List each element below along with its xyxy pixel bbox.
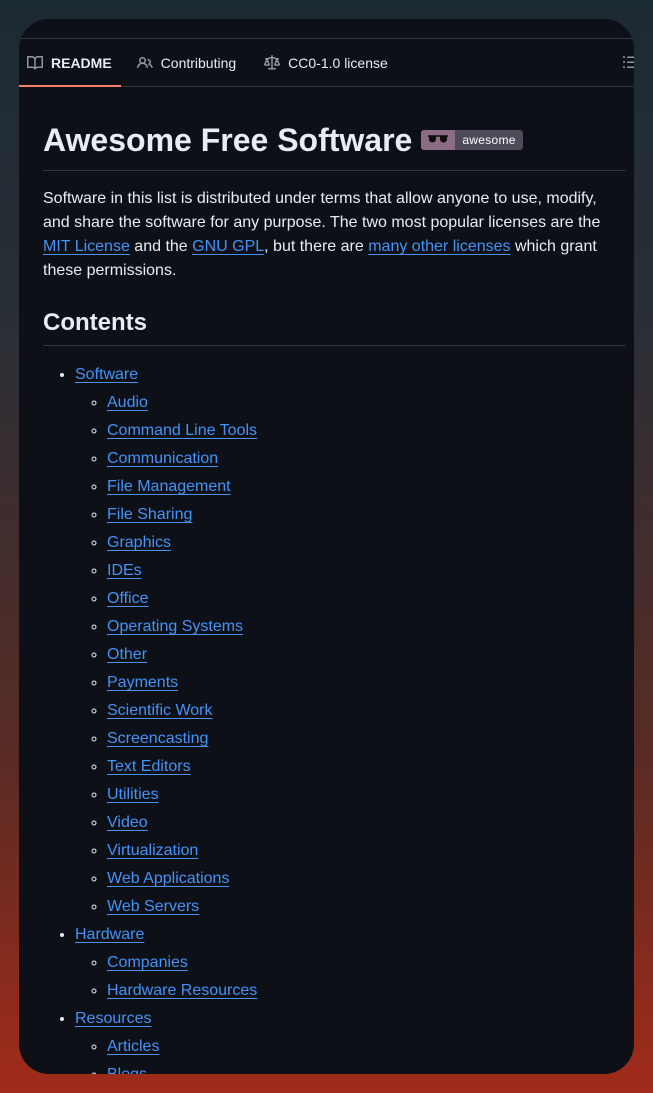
toc-link-web-applications[interactable]: Web Applications <box>107 870 229 887</box>
intro-text-1: Software in this list is distributed und… <box>43 190 601 231</box>
tab-readme[interactable]: README <box>19 39 121 87</box>
toc-link-screencasting[interactable]: Screencasting <box>107 730 208 747</box>
tab-contributing[interactable]: Contributing <box>129 39 245 86</box>
intro-text-3: , but there are <box>264 238 369 255</box>
toc-link-office[interactable]: Office <box>107 590 149 607</box>
toc-sublist-hardware: Companies Hardware Resources <box>75 951 626 1003</box>
toc-item-graphics: Graphics <box>107 531 626 555</box>
toc-item-virtualization: Virtualization <box>107 839 626 863</box>
toc-item-communication: Communication <box>107 447 626 471</box>
toc-item-screencasting: Screencasting <box>107 727 626 751</box>
toc-item-software: Software Audio Command Line Tools Communica… <box>75 363 626 919</box>
page-title: Awesome Free Software awesome <box>43 120 626 171</box>
toc-sublist-resources: Articles Blogs <box>75 1035 626 1074</box>
toc-item-articles: Articles <box>107 1035 626 1059</box>
readme-panel: README Contributing CC0-1.0 license Awes… <box>19 19 634 1074</box>
toc-item-file-sharing: File Sharing <box>107 503 626 527</box>
gnu-gpl-link[interactable]: GNU GPL <box>192 238 264 255</box>
readme-content: Awesome Free Software awesome Software i… <box>19 120 634 1074</box>
people-icon <box>136 55 153 71</box>
toc-link-file-sharing[interactable]: File Sharing <box>107 506 192 523</box>
tab-license[interactable]: CC0-1.0 license <box>256 39 396 86</box>
toc-item-utilities: Utilities <box>107 783 626 807</box>
toc-link-communication[interactable]: Communication <box>107 450 218 467</box>
tab-readme-label: README <box>51 54 112 71</box>
toc-link-companies[interactable]: Companies <box>107 954 188 971</box>
toc-link-video[interactable]: Video <box>107 814 148 831</box>
toc-item-scientific-work: Scientific Work <box>107 699 626 723</box>
toc-item-web-servers: Web Servers <box>107 895 626 919</box>
toc-link-other[interactable]: Other <box>107 646 147 663</box>
top-strip <box>19 19 634 39</box>
toc-item-other: Other <box>107 643 626 667</box>
law-icon <box>264 54 281 71</box>
intro-text-2: and the <box>129 238 193 255</box>
toc-item-hardware-resources: Hardware Resources <box>107 979 626 1003</box>
page-title-text: Awesome Free Software <box>43 122 413 158</box>
intro-paragraph: Software in this list is distributed und… <box>43 187 626 283</box>
toc-link-virtualization[interactable]: Virtualization <box>107 842 198 859</box>
toc-link-utilities[interactable]: Utilities <box>107 786 159 803</box>
toc-item-resources: Resources Articles Blogs <box>75 1007 626 1074</box>
toc-item-video: Video <box>107 811 626 835</box>
toc-link-software[interactable]: Software <box>75 366 138 383</box>
toc-item-file-management: File Management <box>107 475 626 499</box>
toc-item-web-applications: Web Applications <box>107 867 626 891</box>
readme-tabs: README Contributing CC0-1.0 license <box>19 39 634 87</box>
toc-item-office: Office <box>107 587 626 611</box>
toc-item-text-editors: Text Editors <box>107 755 626 779</box>
other-licenses-link[interactable]: many other licenses <box>368 238 510 255</box>
toc-link-operating-systems[interactable]: Operating Systems <box>107 618 243 635</box>
toc-link-hardware[interactable]: Hardware <box>75 926 144 943</box>
toc-link-file-management[interactable]: File Management <box>107 478 231 495</box>
toc-item-command-line-tools: Command Line Tools <box>107 419 626 443</box>
toc-item-hardware: Hardware Companies Hardware Resources <box>75 923 626 1003</box>
toc-item-companies: Companies <box>107 951 626 975</box>
toc-link-resources[interactable]: Resources <box>75 1010 151 1027</box>
tab-license-label: CC0-1.0 license <box>288 54 388 71</box>
tab-contributing-label: Contributing <box>160 54 237 71</box>
table-of-contents: Software Audio Command Line Tools Communica… <box>43 363 626 1074</box>
toc-link-articles[interactable]: Articles <box>107 1038 159 1055</box>
badge-label: awesome <box>455 130 523 150</box>
toc-item-audio: Audio <box>107 391 626 415</box>
awesome-badge[interactable]: awesome <box>421 130 523 150</box>
toc-link-scientific-work[interactable]: Scientific Work <box>107 702 213 719</box>
toc-link-ides[interactable]: IDEs <box>107 562 142 579</box>
sunglasses-icon <box>421 130 456 150</box>
toc-link-graphics[interactable]: Graphics <box>107 534 171 551</box>
book-icon <box>27 55 43 71</box>
contents-heading: Contents <box>43 308 626 346</box>
toc-link-hardware-resources[interactable]: Hardware Resources <box>107 982 257 999</box>
toc-item-payments: Payments <box>107 671 626 695</box>
toc-link-payments[interactable]: Payments <box>107 674 178 691</box>
toc-item-operating-systems: Operating Systems <box>107 615 626 639</box>
toc-link-text-editors[interactable]: Text Editors <box>107 758 191 775</box>
outline-menu-icon[interactable] <box>622 54 634 70</box>
toc-item-blogs: Blogs <box>107 1063 626 1074</box>
toc-item-ides: IDEs <box>107 559 626 583</box>
toc-sublist-software: Audio Command Line Tools Communication File… <box>75 391 626 919</box>
toc-link-blogs[interactable]: Blogs <box>107 1066 147 1074</box>
toc-link-command-line-tools[interactable]: Command Line Tools <box>107 422 257 439</box>
mit-license-link[interactable]: MIT License <box>43 238 130 255</box>
toc-link-web-servers[interactable]: Web Servers <box>107 898 199 915</box>
toc-link-audio[interactable]: Audio <box>107 394 148 411</box>
